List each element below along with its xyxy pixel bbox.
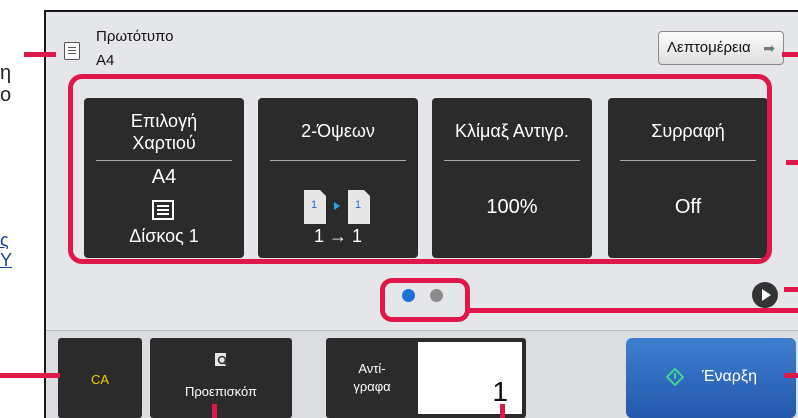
page-indicator-highlight bbox=[380, 278, 470, 322]
start-button[interactable]: Έναρξη bbox=[626, 338, 796, 418]
start-diamond-icon bbox=[666, 368, 684, 386]
callout-line-next bbox=[784, 287, 798, 292]
callout-line-preview bbox=[212, 404, 217, 418]
copy-easy-mode-screen: Πρωτότυπο A4 Λεπτομέρεια ➡ Επιλογή Χαρτι… bbox=[44, 10, 798, 418]
original-settings-bar: Πρωτότυπο A4 Λεπτομέρεια ➡ bbox=[46, 12, 798, 72]
details-button[interactable]: Λεπτομέρεια ➡ bbox=[658, 31, 784, 65]
original-document-icon[interactable] bbox=[64, 42, 80, 60]
copies-label: Αντί- γραφα bbox=[353, 361, 391, 394]
callout-line-start bbox=[784, 373, 798, 378]
original-size: A4 bbox=[96, 52, 115, 69]
original-label: Πρωτότυπο bbox=[96, 28, 174, 45]
start-label: Έναρξη bbox=[702, 368, 757, 385]
page-dot-active[interactable] bbox=[402, 289, 415, 302]
arrow-right-icon: ➡ bbox=[763, 40, 775, 56]
callout-line-original bbox=[24, 52, 56, 57]
details-button-label: Λεπτομέρεια bbox=[667, 39, 751, 56]
next-page-icon[interactable] bbox=[752, 282, 778, 308]
preview-label: Προεπισκόπ bbox=[184, 384, 258, 399]
background-link-fragment[interactable]: ς Υ bbox=[0, 230, 14, 270]
callout-line-ca bbox=[0, 373, 60, 378]
ca-button[interactable]: CA bbox=[58, 338, 142, 418]
callout-line-copies bbox=[500, 404, 505, 418]
callout-line-details bbox=[782, 52, 798, 57]
callout-line-pagination bbox=[468, 308, 798, 313]
preview-button[interactable]: Προεπισκόπ bbox=[150, 338, 292, 418]
copies-input[interactable]: 1 bbox=[418, 342, 522, 414]
preview-magnifier-icon bbox=[215, 353, 230, 368]
copies-control: Αντί- γραφα 1 bbox=[326, 338, 526, 418]
tiles-highlight-frame bbox=[68, 74, 772, 264]
callout-line-tiles bbox=[786, 160, 798, 165]
page-dot-inactive[interactable] bbox=[430, 289, 443, 302]
background-text-fragment: η ο bbox=[0, 62, 12, 106]
